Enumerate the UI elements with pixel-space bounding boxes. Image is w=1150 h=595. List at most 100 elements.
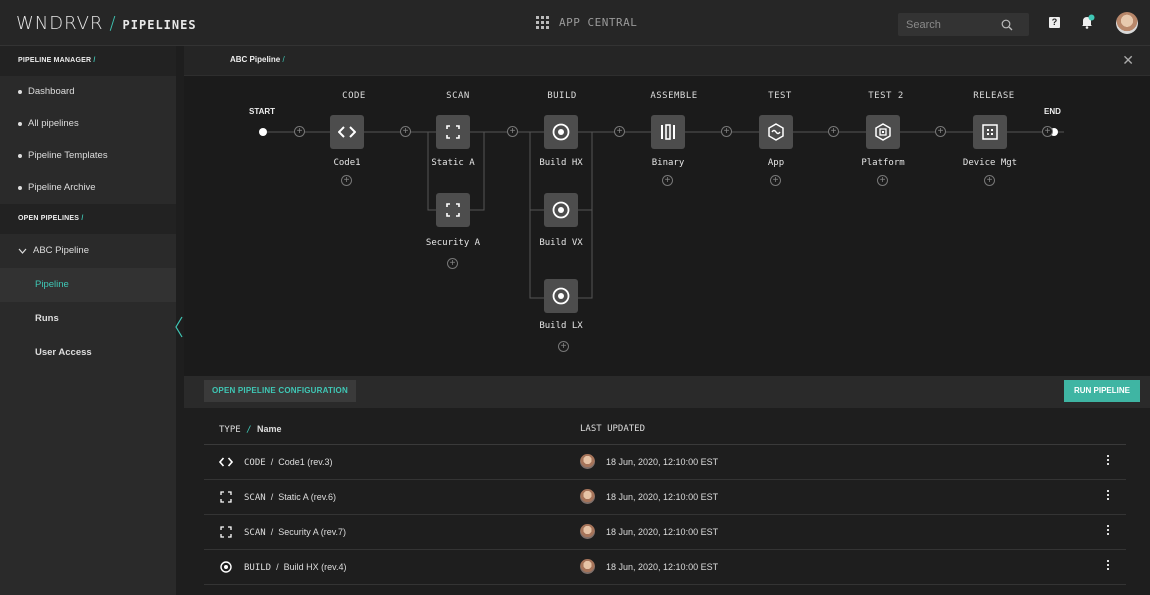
row-name: SCAN / Security A (rev.7) — [244, 527, 347, 538]
help-icon[interactable]: ? — [1049, 17, 1060, 28]
search-icon[interactable] — [1001, 19, 1013, 31]
brand-separator: / — [109, 13, 117, 34]
sidebar-item-pipeline-archive[interactable]: Pipeline Archive — [0, 172, 176, 204]
node-label: Build VX — [539, 238, 583, 248]
more-options-icon[interactable] — [1107, 455, 1110, 468]
action-bar: OPEN PIPELINE CONFIGURATION RUN PIPELINE — [184, 376, 1150, 408]
chevron-down-icon — [18, 248, 27, 254]
app-central-button[interactable]: APP CENTRAL — [536, 16, 637, 29]
build-icon — [552, 123, 570, 141]
more-options-icon[interactable] — [1107, 490, 1110, 503]
sidebar-item-user-access[interactable]: User Access — [0, 336, 176, 370]
pipeline-node-device-mgt[interactable] — [973, 115, 1007, 149]
pipeline-node-security-a[interactable] — [436, 193, 470, 227]
table-row[interactable]: SCAN / Static A (rev.6) 18 Jun, 2020, 12… — [204, 480, 1126, 515]
table-header: TYPE / Name LAST UPDATED — [204, 408, 1126, 445]
pipeline-node-code1[interactable] — [330, 115, 364, 149]
breadcrumb[interactable]: ABC Pipeline / — [230, 55, 285, 64]
add-node-button[interactable]: + — [341, 175, 352, 186]
add-step-button[interactable]: + — [294, 126, 305, 137]
pipeline-node-build-lx[interactable] — [544, 279, 578, 313]
sidebar: PIPELINE MANAGER / Dashboard All pipelin… — [0, 46, 176, 595]
collapse-sidebar-icon[interactable] — [175, 316, 183, 338]
end-label: END — [1044, 107, 1061, 116]
node-label: Security A — [425, 238, 481, 248]
start-node — [259, 128, 267, 136]
node-label: Device Mgt — [962, 158, 1018, 168]
sidebar-header-open-pipelines: OPEN PIPELINES / — [0, 204, 176, 234]
bullet-icon — [18, 186, 22, 190]
row-timestamp: 18 Jun, 2020, 12:10:00 EST — [606, 527, 719, 537]
node-label: Platform — [861, 158, 905, 168]
add-step-button[interactable]: + — [721, 126, 732, 137]
row-timestamp: 18 Jun, 2020, 12:10:00 EST — [606, 562, 719, 572]
close-icon[interactable]: ✕ — [1122, 52, 1134, 69]
node-label: Build HX — [539, 158, 583, 168]
add-step-button[interactable]: + — [828, 126, 839, 137]
add-node-button[interactable]: + — [770, 175, 781, 186]
row-timestamp: 18 Jun, 2020, 12:10:00 EST — [606, 457, 719, 467]
sidebar-item-runs[interactable]: Runs — [0, 302, 176, 336]
avatar — [580, 559, 595, 574]
stage-title-build: BUILD — [547, 91, 577, 101]
brand[interactable]: WNDRVR / PIPELINES — [16, 13, 197, 34]
open-pipeline-configuration-button[interactable]: OPEN PIPELINE CONFIGURATION — [204, 380, 356, 402]
add-step-button[interactable]: + — [507, 126, 518, 137]
add-node-button[interactable]: + — [984, 175, 995, 186]
notification-bell-icon[interactable] — [1079, 14, 1095, 30]
build-icon — [220, 561, 232, 573]
sidebar-item-dashboard[interactable]: Dashboard — [0, 76, 176, 108]
section-title: PIPELINES — [122, 18, 197, 32]
add-node-button[interactable]: + — [558, 341, 569, 352]
pipeline-node-binary[interactable] — [651, 115, 685, 149]
stage-title-test: TEST — [768, 91, 792, 101]
row-name: CODE / Code1 (rev.3) — [244, 457, 333, 468]
pipeline-node-static-a[interactable] — [436, 115, 470, 149]
stage-title-test-2: TEST 2 — [868, 91, 904, 101]
column-header-type[interactable]: TYPE / Name — [219, 424, 281, 435]
breadcrumb-bar: ABC Pipeline / ✕ — [184, 46, 1150, 76]
add-node-button[interactable]: + — [662, 175, 673, 186]
pipeline-node-build-hx[interactable] — [544, 115, 578, 149]
run-pipeline-button[interactable]: RUN PIPELINE — [1063, 380, 1140, 402]
search-input[interactable] — [906, 18, 1001, 31]
more-options-icon[interactable] — [1107, 525, 1110, 538]
column-header-last-updated[interactable]: LAST UPDATED — [580, 424, 645, 434]
search-box[interactable] — [898, 13, 1029, 36]
avatar — [580, 454, 595, 469]
pipeline-node-platform[interactable] — [866, 115, 900, 149]
add-step-button[interactable]: + — [935, 126, 946, 137]
stage-title-assemble: ASSEMBLE — [650, 91, 698, 101]
pipeline-node-app[interactable] — [759, 115, 793, 149]
table-row[interactable]: SCAN / Security A (rev.7) 18 Jun, 2020, … — [204, 515, 1126, 550]
sidebar-item-pipeline-templates[interactable]: Pipeline Templates — [0, 140, 176, 172]
user-avatar[interactable] — [1116, 12, 1138, 34]
sidebar-item-all-pipelines[interactable]: All pipelines — [0, 108, 176, 140]
node-label: Static A — [431, 158, 475, 168]
pipeline-node-build-vx[interactable] — [544, 193, 578, 227]
add-node-button[interactable]: + — [447, 258, 458, 269]
pipeline-canvas: START END CODE SCAN BUILD ASSEMBLE TEST … — [184, 76, 1150, 376]
stage-title-release: RELEASE — [973, 91, 1015, 101]
code-icon — [219, 457, 233, 467]
add-step-button[interactable]: + — [1042, 126, 1053, 137]
sidebar-item-abc-pipeline[interactable]: ABC Pipeline — [0, 234, 176, 268]
app-grid-icon — [536, 16, 549, 29]
bullet-icon — [18, 122, 22, 126]
binary-icon — [661, 124, 675, 140]
bullet-icon — [18, 90, 22, 94]
build-icon — [552, 287, 570, 305]
more-options-icon[interactable] — [1107, 560, 1110, 573]
row-name: BUILD / Build HX (rev.4) — [244, 562, 347, 573]
add-node-button[interactable]: + — [877, 175, 888, 186]
table-row[interactable]: BUILD / Build HX (rev.4) 18 Jun, 2020, 1… — [204, 550, 1126, 585]
table-row[interactable]: CODE / Code1 (rev.3) 18 Jun, 2020, 12:10… — [204, 445, 1126, 480]
add-step-button[interactable]: + — [614, 126, 625, 137]
test-app-icon — [768, 123, 784, 141]
row-timestamp: 18 Jun, 2020, 12:10:00 EST — [606, 492, 719, 502]
scan-icon — [446, 125, 460, 139]
add-step-button[interactable]: + — [400, 126, 411, 137]
pipeline-steps-table: TYPE / Name LAST UPDATED CODE / Code1 (r… — [184, 408, 1150, 595]
sidebar-item-pipeline[interactable]: Pipeline — [0, 268, 176, 302]
stage-title-scan: SCAN — [446, 91, 470, 101]
